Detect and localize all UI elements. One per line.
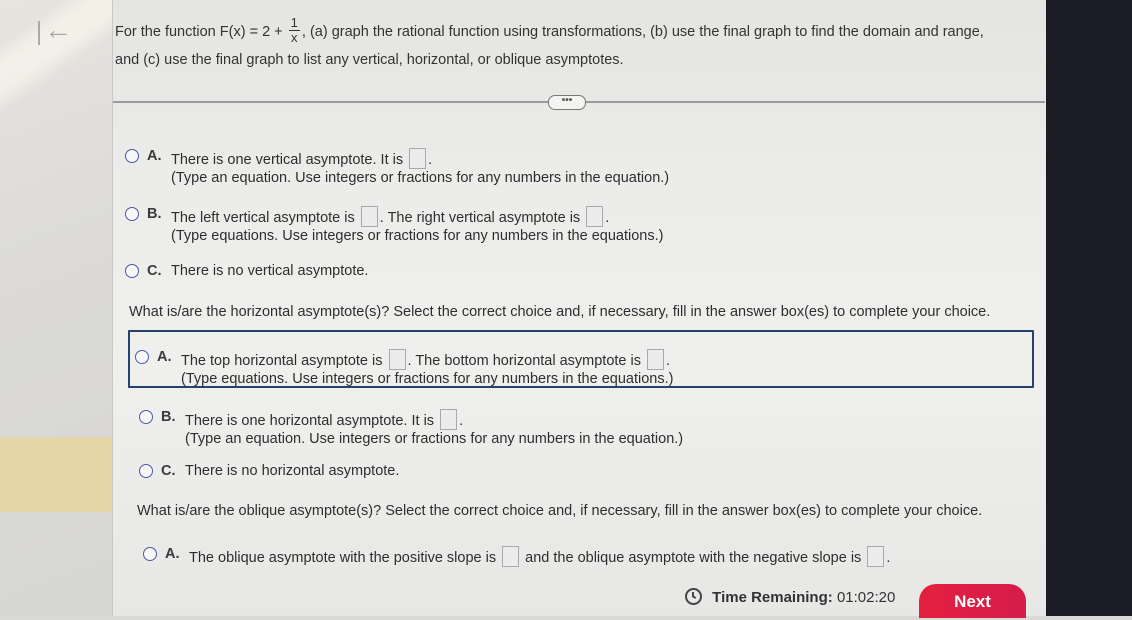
choice-text-middle: . The right vertical asymptote is: [379, 210, 581, 226]
radio-button[interactable]: [125, 264, 139, 278]
answer-box-left[interactable]: [360, 206, 378, 227]
answer-box-positive-slope[interactable]: [502, 546, 520, 567]
answer-box-right[interactable]: [586, 206, 604, 227]
choice-letter: B.: [161, 409, 176, 425]
left-gutter: [0, 0, 112, 616]
choice-text: There is no vertical asymptote.: [171, 263, 369, 279]
radio-button[interactable]: [139, 410, 153, 424]
expand-more-button[interactable]: •••: [548, 95, 586, 110]
choice-text: There is one horizontal asymptote. It is…: [185, 409, 463, 430]
radio-button[interactable]: [125, 149, 139, 163]
radio-button[interactable]: [143, 547, 157, 561]
time-remaining: Time Remaining: 01:02:20: [685, 588, 895, 606]
choice-text-after: .: [459, 413, 464, 429]
next-button[interactable]: Next: [919, 584, 1026, 618]
choice-letter: C.: [147, 263, 162, 279]
choice-text-after: .: [666, 353, 671, 369]
radio-button[interactable]: [125, 207, 139, 221]
clock-icon: [685, 588, 702, 605]
choice-text: There is no horizontal asymptote.: [185, 463, 400, 479]
answer-box-bottom[interactable]: [647, 349, 665, 370]
answer-box-negative-slope[interactable]: [867, 546, 885, 567]
horizontal-question: What is/are the horizontal asymptote(s)?…: [129, 304, 991, 320]
radio-button[interactable]: [135, 350, 149, 364]
choice-letter: A.: [165, 546, 180, 562]
answer-box[interactable]: [440, 409, 458, 430]
problem-statement: For the function F(x) = 2 + 1 x , (a) gr…: [115, 14, 1045, 78]
choice-hint: (Type an equation. Use integers or fract…: [171, 170, 670, 186]
function-fraction: 1 x: [288, 14, 300, 45]
back-arrow-icon: [38, 21, 40, 45]
choice-letter: A.: [147, 148, 162, 164]
choice-letter: C.: [161, 463, 176, 479]
choice-letter: B.: [147, 206, 162, 222]
choice-text-before: The left vertical asymptote is: [171, 210, 355, 226]
fraction-numerator: 1: [288, 14, 300, 31]
choice-text-after: .: [428, 152, 433, 168]
back-arrow-glyph: ←: [44, 14, 72, 45]
choice-text: The left vertical asymptote is . The rig…: [171, 206, 609, 227]
question-panel: For the function F(x) = 2 + 1 x , (a) gr…: [112, 0, 1049, 618]
answer-box-top[interactable]: [388, 349, 406, 370]
left-highlight-band: [0, 437, 116, 512]
radio-button[interactable]: [139, 464, 153, 478]
right-bezel: [1046, 0, 1132, 616]
choice-text-middle: and the oblique asymptote with the negat…: [525, 550, 862, 566]
choice-text: There is one vertical asymptote. It is .: [171, 148, 432, 169]
choice-text-middle: . The bottom horizontal asymptote is: [407, 353, 641, 369]
back-button[interactable]: ←: [36, 14, 76, 48]
choice-text-after: .: [605, 210, 610, 226]
choice-text: The top horizontal asymptote is . The bo…: [181, 349, 670, 370]
choice-text-after: .: [886, 550, 891, 566]
choice-text-before: There is one vertical asymptote. It is: [171, 152, 404, 168]
oblique-question: What is/are the oblique asymptote(s)? Se…: [137, 503, 983, 519]
fraction-denominator: x: [291, 29, 298, 45]
choice-hint: (Type equations. Use integers or fractio…: [181, 371, 674, 387]
choice-letter: A.: [157, 349, 172, 365]
problem-suffix: , (a) graph the rational function using …: [301, 24, 984, 40]
choice-text-before: The top horizontal asymptote is: [181, 353, 383, 369]
problem-prefix: For the function F(x) = 2 +: [115, 24, 283, 40]
choice-text-before: There is one horizontal asymptote. It is: [185, 413, 435, 429]
timer-value: 01:02:20: [836, 589, 896, 606]
answer-box[interactable]: [409, 148, 427, 169]
choice-text: The oblique asymptote with the positive …: [189, 546, 890, 567]
choice-text-before: The oblique asymptote with the positive …: [189, 550, 497, 566]
choice-hint: (Type equations. Use integers or fractio…: [171, 228, 664, 244]
timer-label: Time Remaining:: [712, 589, 833, 606]
choice-hint: (Type an equation. Use integers or fract…: [185, 431, 684, 447]
